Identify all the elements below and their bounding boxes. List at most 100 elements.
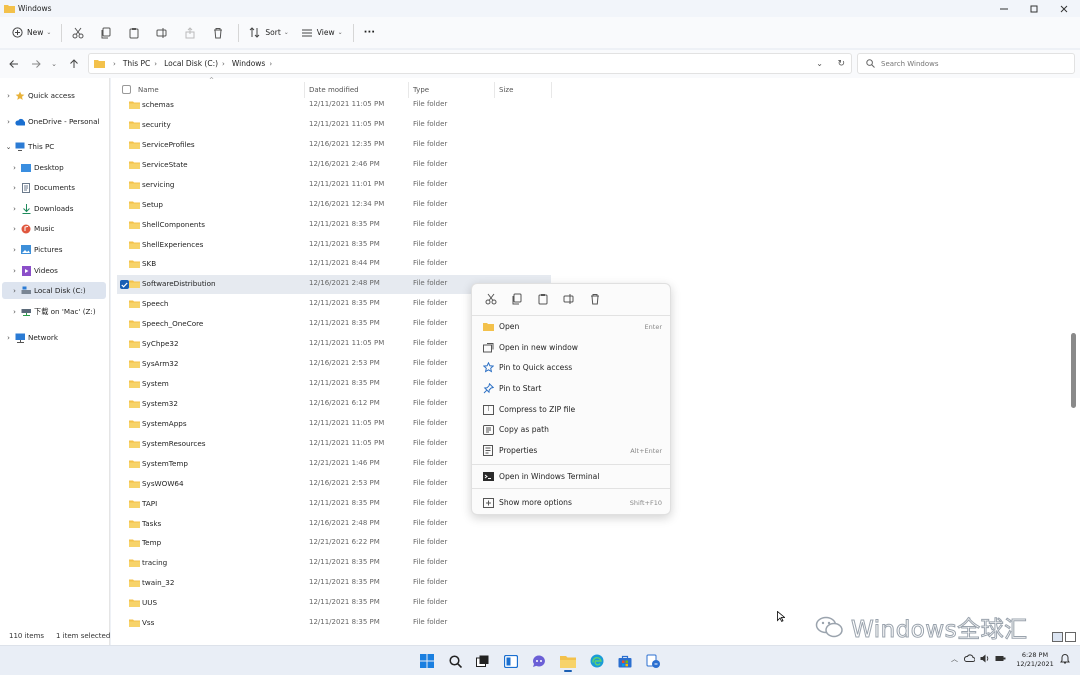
rename-button[interactable] <box>150 22 178 44</box>
menu-item-show-more-options[interactable]: Show more options Shift+F10 <box>476 493 666 512</box>
speaker-icon[interactable] <box>980 654 990 665</box>
file-date: 12/11/2021 11:01 PM <box>309 179 385 188</box>
title-bar: Windows <box>0 0 1080 17</box>
file-explorer-taskbar-button[interactable] <box>557 650 579 672</box>
table-row[interactable]: SKB 12/11/2021 8:44 PM File folder <box>117 255 551 274</box>
context-cut-button[interactable] <box>478 289 504 309</box>
folder-icon <box>482 321 494 333</box>
context-rename-button[interactable] <box>556 289 582 309</box>
sidebar-item-music[interactable]: › Music <box>10 220 116 237</box>
table-row[interactable]: ServiceProfiles 12/16/2021 12:35 PM File f… <box>117 136 551 155</box>
menu-item-compress-zip[interactable]: Compress to ZIP file <box>476 400 666 419</box>
table-row[interactable]: Tasks 12/16/2021 2:48 PM File folder <box>117 515 551 534</box>
chat-button[interactable] <box>528 650 550 672</box>
menu-item-label: Pin to Start <box>499 384 542 393</box>
select-all-checkbox[interactable] <box>122 85 131 94</box>
menu-item-pin-start[interactable]: Pin to Start <box>476 379 666 398</box>
table-row[interactable]: security 12/11/2021 11:05 PM File folder <box>117 116 551 135</box>
paste-button[interactable] <box>122 22 150 44</box>
breadcrumb-local-disk[interactable]: Local Disk (C:) › <box>164 59 229 68</box>
breadcrumb-this-pc[interactable]: This PC › <box>123 59 161 68</box>
table-row[interactable]: ShellComponents 12/11/2021 8:35 PM File fo… <box>117 216 551 235</box>
search-box[interactable] <box>857 53 1075 74</box>
notification-icon[interactable] <box>1060 653 1070 666</box>
sidebar-item-network[interactable]: › Network <box>4 329 110 346</box>
menu-item-properties[interactable]: Properties Alt+Enter <box>476 441 666 460</box>
sidebar-item-documents[interactable]: › Documents <box>10 179 116 196</box>
cut-button[interactable] <box>66 22 94 44</box>
table-row[interactable]: schemas 12/11/2021 11:05 PM File folder <box>117 96 551 115</box>
table-row[interactable]: Setup 12/16/2021 12:34 PM File folder <box>117 196 551 215</box>
task-view-button[interactable] <box>471 650 493 672</box>
file-date: 12/11/2021 11:05 PM <box>309 339 385 348</box>
edge-button[interactable] <box>586 650 608 672</box>
details-view-button[interactable] <box>1052 632 1063 642</box>
vertical-scrollbar[interactable] <box>1071 333 1076 408</box>
network-drive-icon <box>21 307 31 317</box>
more-options-button[interactable]: ··· <box>358 22 381 44</box>
context-delete-button[interactable] <box>582 289 608 309</box>
store-button[interactable] <box>614 650 636 672</box>
column-divider[interactable] <box>551 82 552 98</box>
folder-icon <box>129 480 140 488</box>
context-paste-button[interactable] <box>530 289 556 309</box>
new-button[interactable]: New ⌄ <box>6 22 57 44</box>
network-tray-icon[interactable] <box>995 654 1006 665</box>
menu-item-open-new-window[interactable]: Open in new window <box>476 338 666 357</box>
documents-icon <box>21 182 31 193</box>
menu-item-copy-as-path[interactable]: Copy as path <box>476 420 666 439</box>
taskbar-search-button[interactable] <box>444 650 466 672</box>
sidebar-item-local-disk[interactable]: › Local Disk (C:) <box>2 282 106 299</box>
menu-item-pin-quick-access[interactable]: Pin to Quick access <box>476 358 666 377</box>
delete-button[interactable] <box>206 22 234 44</box>
tray-overflow-icon[interactable]: ︿ <box>951 654 958 664</box>
onedrive-tray-icon[interactable] <box>963 654 976 664</box>
breadcrumb-windows[interactable]: Windows › <box>232 59 276 68</box>
table-row[interactable]: twain_32 12/11/2021 8:35 PM File folder <box>117 574 551 593</box>
close-button[interactable] <box>1050 0 1078 17</box>
divider <box>238 23 240 42</box>
sidebar-item-videos[interactable]: › Videos <box>10 262 116 279</box>
app-taskbar-button[interactable] <box>642 650 664 672</box>
row-checkbox[interactable] <box>120 280 129 290</box>
table-row[interactable]: ServiceState 12/16/2021 2:46 PM File folde… <box>117 156 551 175</box>
menu-item-label: Properties <box>499 446 538 455</box>
taskbar-clock[interactable]: 6:28 PM 12/21/2021 <box>1013 651 1057 669</box>
context-copy-button[interactable] <box>504 289 530 309</box>
menu-item-windows-terminal[interactable]: Open in Windows Terminal <box>476 467 666 486</box>
up-button[interactable] <box>63 53 85 75</box>
sidebar-item-onedrive[interactable]: › OneDrive - Personal <box>4 113 110 130</box>
file-date: 12/21/2021 6:22 PM <box>309 538 380 547</box>
sidebar-item-desktop[interactable]: › Desktop <box>10 159 116 176</box>
back-button[interactable] <box>3 53 25 75</box>
sort-button[interactable]: Sort ⌄ <box>243 22 294 44</box>
sidebar-item-quick-access[interactable]: › Quick access <box>4 87 110 104</box>
sidebar-item-this-pc[interactable]: ⌄ This PC <box>4 138 110 155</box>
table-row[interactable]: Temp 12/21/2021 6:22 PM File folder <box>117 534 551 553</box>
table-row[interactable]: servicing 12/11/2021 11:01 PM File folder <box>117 176 551 195</box>
search-input[interactable] <box>881 59 1061 68</box>
address-dropdown-icon[interactable]: ⌄ <box>816 59 823 68</box>
view-button[interactable]: View ⌄ <box>295 22 349 44</box>
table-row[interactable]: tracing 12/11/2021 8:35 PM File folder <box>117 554 551 573</box>
navigation-pane: › Quick access › OneDrive - Personal ⌄ T… <box>0 78 110 645</box>
address-bar[interactable]: › This PC › Local Disk (C:) › Windows › ⌄ ↻ <box>88 53 852 74</box>
table-row[interactable]: UUS 12/11/2021 8:35 PM File folder <box>117 594 551 613</box>
start-button[interactable] <box>416 650 438 672</box>
menu-item-open[interactable]: Open Enter <box>476 317 666 336</box>
maximize-button[interactable] <box>1020 0 1048 17</box>
copy-button[interactable] <box>94 22 122 44</box>
minimize-button[interactable] <box>990 0 1018 17</box>
table-row[interactable]: ShellExperiences 12/11/2021 8:35 PM File f… <box>117 236 551 255</box>
share-icon <box>185 26 195 38</box>
sidebar-item-pictures[interactable]: › Pictures <box>10 241 116 258</box>
file-type: File folder <box>413 618 448 627</box>
file-name: ShellComponents <box>142 219 206 229</box>
widgets-button[interactable] <box>500 650 522 672</box>
sidebar-item-downloads[interactable]: › Downloads <box>10 200 116 217</box>
sidebar-item-network-drive[interactable]: › 下载 on 'Mac' (Z:) <box>10 303 116 320</box>
refresh-icon[interactable]: ↻ <box>837 59 845 69</box>
tiles-view-button[interactable] <box>1065 632 1076 642</box>
recent-locations-button[interactable]: ⌄ <box>43 53 65 75</box>
share-button[interactable] <box>178 22 206 44</box>
